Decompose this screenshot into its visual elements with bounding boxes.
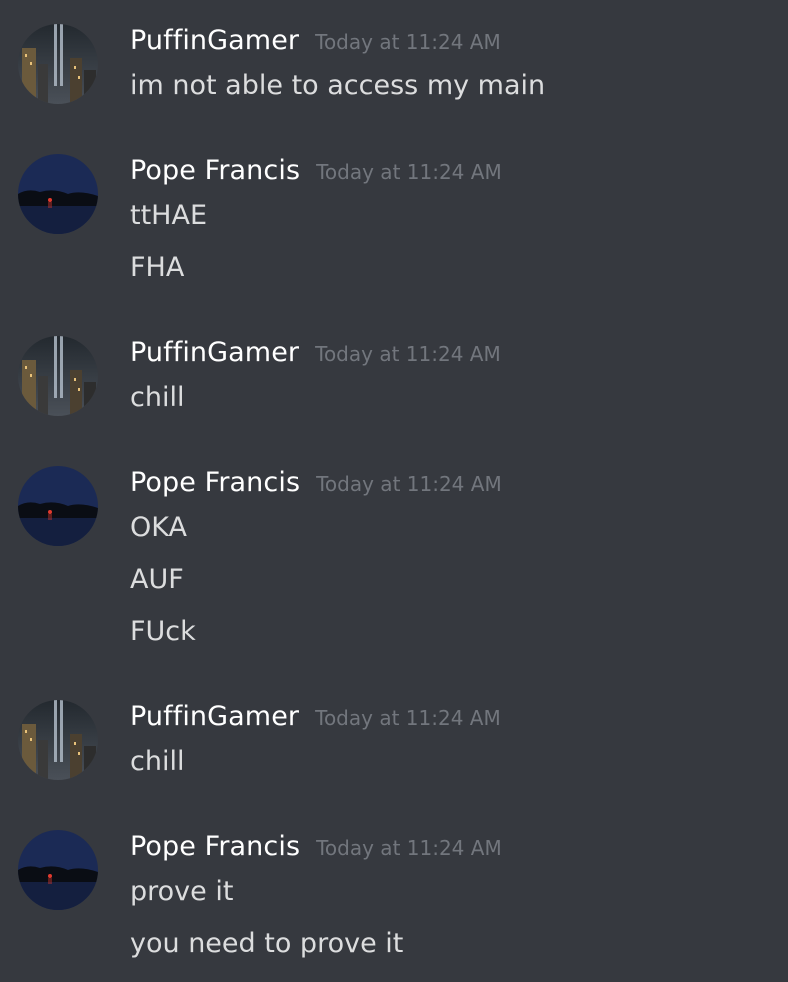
night-shoreline-avatar[interactable]: [18, 830, 98, 910]
message-list: PuffinGamer Today at 11:24 AM im not abl…: [0, 0, 788, 982]
night-shoreline-avatar[interactable]: [18, 466, 98, 546]
message-header: PuffinGamer Today at 11:24 AM: [130, 700, 501, 734]
message-text: FHA: [130, 252, 185, 283]
message-text: AUF: [130, 564, 184, 595]
message-text: ttHAE: [130, 200, 208, 231]
message-header: PuffinGamer Today at 11:24 AM: [130, 24, 501, 58]
city-lights-avatar[interactable]: [18, 700, 98, 780]
message-text: FUck: [130, 616, 196, 647]
message-text: chill: [130, 382, 185, 413]
timestamp: Today at 11:24 AM: [315, 706, 501, 730]
timestamp: Today at 11:24 AM: [316, 472, 502, 496]
city-lights-avatar[interactable]: [18, 24, 98, 104]
username[interactable]: Pope Francis: [130, 830, 300, 864]
message-text: im not able to access my main: [130, 70, 546, 101]
message-header: PuffinGamer Today at 11:24 AM: [130, 336, 501, 370]
night-shoreline-avatar[interactable]: [18, 154, 98, 234]
message-header: Pope Francis Today at 11:24 AM: [130, 830, 502, 864]
city-lights-avatar[interactable]: [18, 336, 98, 416]
timestamp: Today at 11:24 AM: [316, 836, 502, 860]
username[interactable]: PuffinGamer: [130, 336, 299, 370]
message-text: prove it: [130, 876, 234, 907]
username[interactable]: PuffinGamer: [130, 700, 299, 734]
message-header: Pope Francis Today at 11:24 AM: [130, 154, 502, 188]
username[interactable]: Pope Francis: [130, 154, 300, 188]
message-text: chill: [130, 746, 185, 777]
timestamp: Today at 11:24 AM: [315, 342, 501, 366]
username[interactable]: PuffinGamer: [130, 24, 299, 58]
timestamp: Today at 11:24 AM: [315, 30, 501, 54]
message-header: Pope Francis Today at 11:24 AM: [130, 466, 502, 500]
timestamp: Today at 11:24 AM: [316, 160, 502, 184]
message-text: you need to prove it: [130, 928, 404, 959]
username[interactable]: Pope Francis: [130, 466, 300, 500]
message-text: OKA: [130, 512, 187, 543]
